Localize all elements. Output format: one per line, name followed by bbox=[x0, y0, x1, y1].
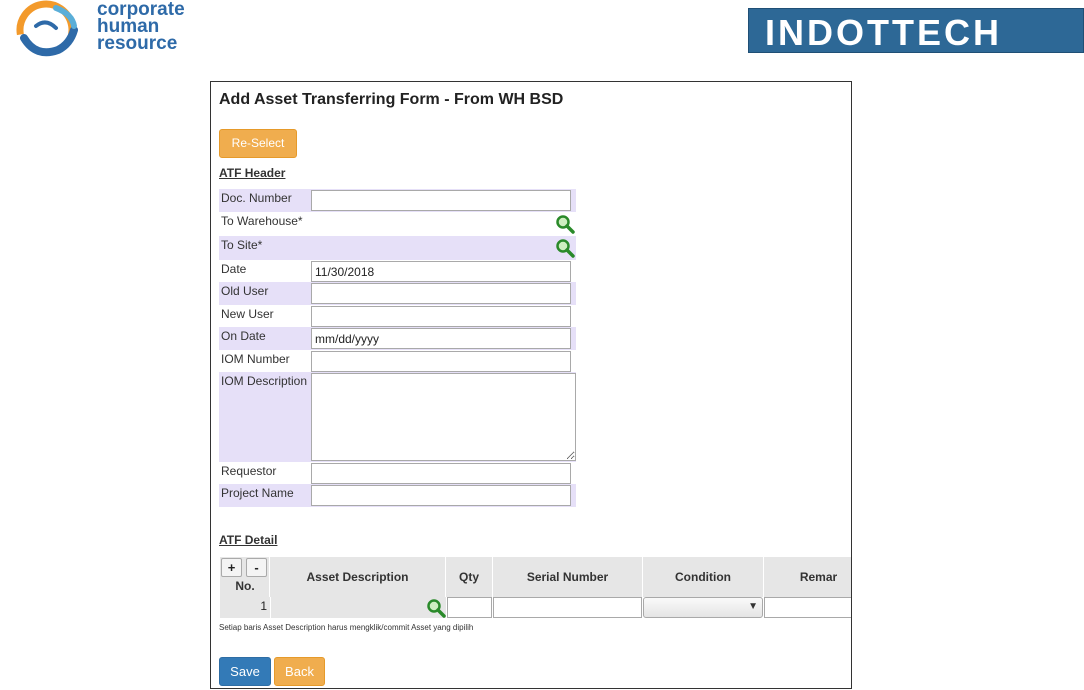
new-user-row: New User bbox=[219, 305, 576, 327]
iom-number-label: IOM Number bbox=[221, 352, 290, 366]
asset-description-note: Setiap baris Asset Description harus men… bbox=[219, 623, 474, 632]
requestor-input[interactable] bbox=[311, 463, 571, 484]
back-button[interactable]: Back bbox=[274, 657, 325, 686]
logo-text: corporate human resource bbox=[97, 0, 185, 54]
search-icon[interactable] bbox=[555, 238, 575, 258]
atf-header-title: ATF Header bbox=[219, 166, 286, 180]
date-row: Date bbox=[219, 260, 576, 282]
column-header-serial-number: Serial Number bbox=[493, 557, 643, 597]
indottech-logo: INDOTTECH bbox=[748, 8, 1084, 53]
svg-text:INDOTTECH: INDOTTECH bbox=[765, 12, 1002, 53]
on-date-input[interactable] bbox=[311, 328, 571, 349]
iom-description-row: IOM Description bbox=[219, 372, 576, 462]
column-header-asset-description: Asset Description bbox=[270, 557, 446, 597]
new-user-input[interactable] bbox=[311, 306, 571, 327]
serial-number-input[interactable] bbox=[493, 597, 642, 618]
page-title: Add Asset Transferring Form - From WH BS… bbox=[219, 91, 564, 108]
to-site-row: To Site* bbox=[219, 236, 576, 260]
search-icon[interactable] bbox=[426, 598, 446, 618]
date-label: Date bbox=[221, 262, 247, 276]
doc-number-input[interactable] bbox=[311, 190, 571, 211]
date-input[interactable] bbox=[311, 261, 571, 282]
remove-row-button[interactable]: - bbox=[246, 558, 267, 577]
doc-number-label: Doc. Number bbox=[221, 191, 292, 205]
to-warehouse-row: To Warehouse* bbox=[219, 212, 576, 236]
iom-number-row: IOM Number bbox=[219, 350, 576, 372]
save-button[interactable]: Save bbox=[219, 657, 271, 686]
column-header-qty: Qty bbox=[446, 557, 493, 597]
on-date-label: On Date bbox=[221, 329, 266, 343]
iom-description-textarea[interactable] bbox=[311, 373, 576, 461]
old-user-label: Old User bbox=[221, 284, 269, 298]
column-header-no: + - No. bbox=[220, 557, 270, 597]
logo-line-3: resource bbox=[97, 33, 178, 54]
doc-number-row: Doc. Number bbox=[219, 189, 576, 212]
column-header-no-label: No. bbox=[235, 579, 255, 593]
atf-detail-title: ATF Detail bbox=[219, 533, 278, 547]
remarks-input[interactable] bbox=[764, 597, 851, 618]
iom-description-label: IOM Description bbox=[221, 374, 308, 388]
condition-select[interactable]: ▼ bbox=[643, 597, 763, 618]
iom-number-input[interactable] bbox=[311, 351, 571, 372]
asset-transfer-panel: Add Asset Transferring Form - From WH BS… bbox=[210, 81, 852, 689]
on-date-row: On Date bbox=[219, 327, 576, 350]
old-user-input[interactable] bbox=[311, 283, 571, 304]
project-name-label: Project Name bbox=[221, 486, 294, 500]
asset-description-cell bbox=[271, 597, 446, 618]
reselect-button[interactable]: Re-Select bbox=[219, 129, 297, 158]
indottech-logo-text: INDOTTECH bbox=[765, 12, 1002, 53]
logo-hands-icon bbox=[16, 0, 78, 60]
new-user-label: New User bbox=[221, 307, 274, 321]
qty-input[interactable] bbox=[447, 597, 492, 618]
column-header-remarks: Remar bbox=[764, 557, 851, 597]
add-row-button[interactable]: + bbox=[221, 558, 242, 577]
search-icon[interactable] bbox=[555, 214, 575, 234]
old-user-row: Old User bbox=[219, 282, 576, 305]
requestor-label: Requestor bbox=[221, 464, 277, 478]
column-header-condition: Condition bbox=[643, 557, 764, 597]
to-site-label: To Site* bbox=[221, 238, 263, 252]
requestor-row: Requestor bbox=[219, 462, 576, 484]
to-warehouse-label: To Warehouse* bbox=[221, 214, 303, 228]
corporate-hr-logo: corporate human resource bbox=[16, 0, 216, 60]
dropdown-arrow-icon: ▼ bbox=[748, 601, 758, 612]
row-number-cell: 1 bbox=[220, 597, 270, 618]
project-name-row: Project Name bbox=[219, 484, 576, 507]
project-name-input[interactable] bbox=[311, 485, 571, 506]
